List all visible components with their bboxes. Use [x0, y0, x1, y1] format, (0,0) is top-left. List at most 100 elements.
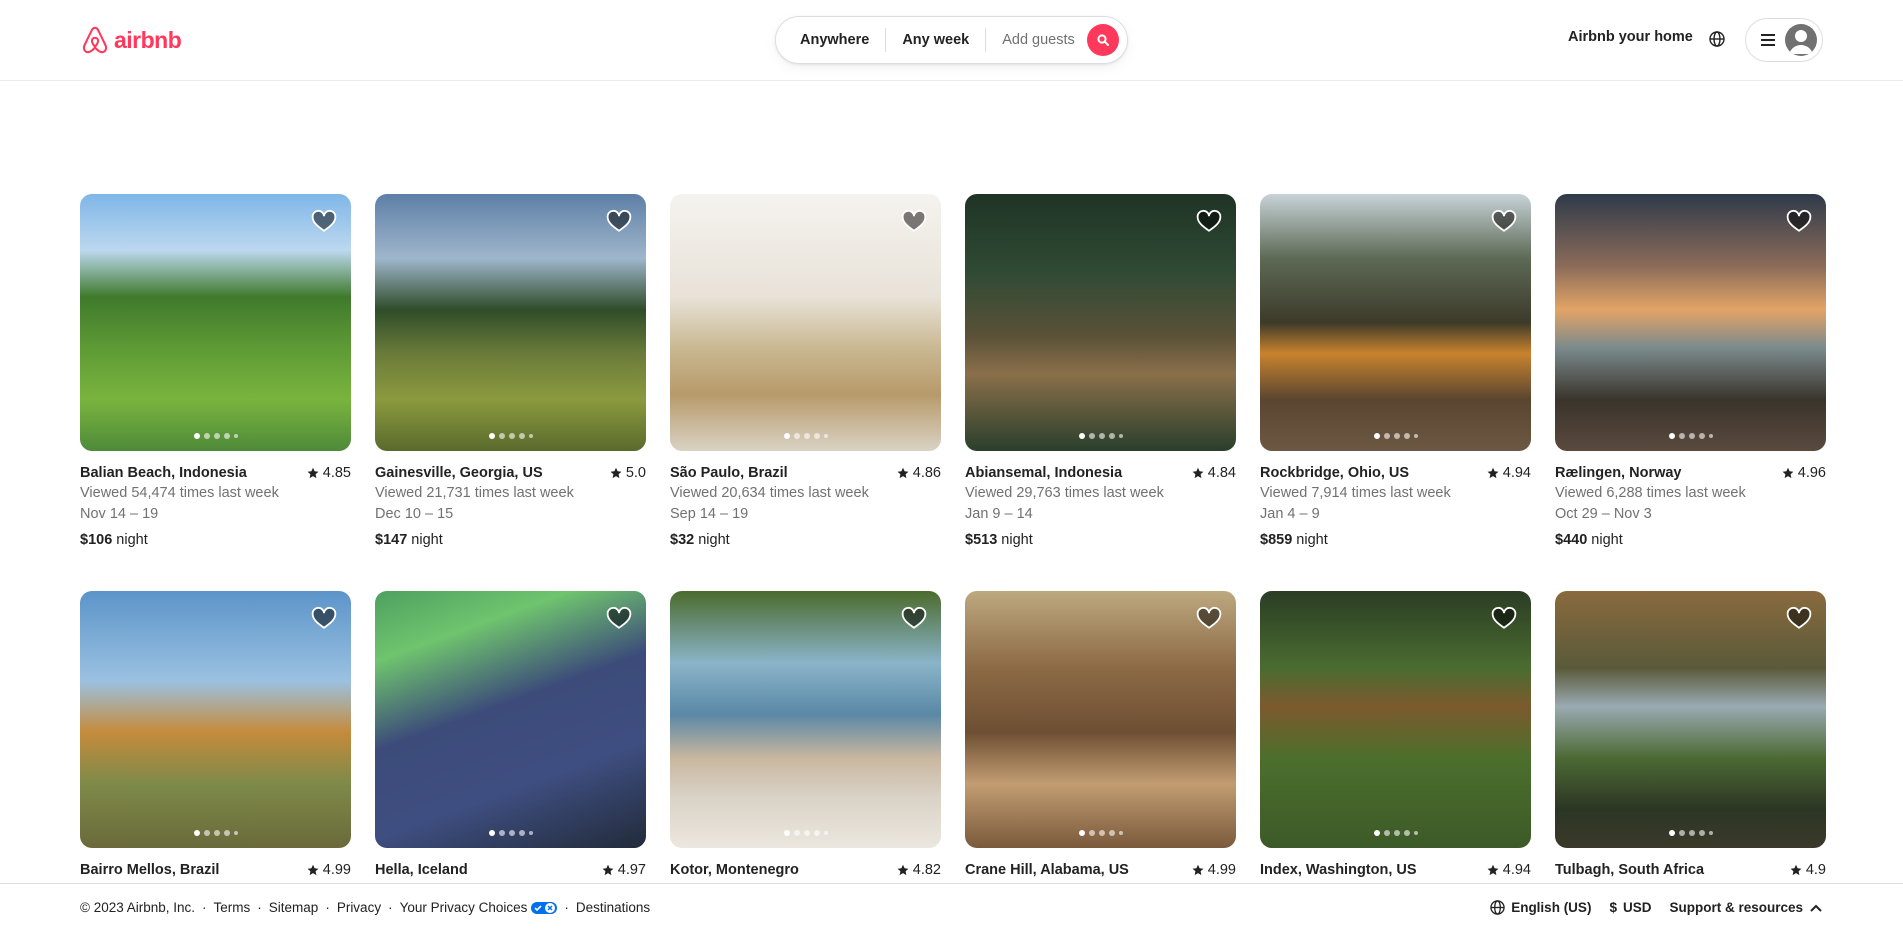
destinations-link[interactable]: Destinations: [576, 900, 650, 915]
heart-icon[interactable]: [1491, 605, 1517, 631]
listing-views: Viewed 7,914 times last week: [1260, 485, 1451, 501]
listing-dates: Oct 29 – Nov 3: [1555, 506, 1652, 522]
listing-location: Rockbridge, Ohio, US: [1260, 465, 1410, 481]
heart-icon[interactable]: [311, 208, 337, 234]
heart-icon[interactable]: [901, 605, 927, 631]
heart-icon[interactable]: [311, 605, 337, 631]
listing-card[interactable]: Kotor, Montenegro 4.82: [670, 591, 941, 880]
carousel-dot: [518, 830, 525, 836]
listing-photo[interactable]: [1260, 591, 1531, 848]
listing-location: São Paulo, Brazil: [670, 465, 788, 481]
carousel-dot: [1383, 830, 1390, 836]
rating-value: 4.99: [322, 862, 351, 878]
listing-rating: 4.82: [897, 860, 941, 880]
carousel-dot: [193, 433, 200, 439]
listing-photo[interactable]: [1555, 591, 1826, 848]
carousel-dot: [1373, 433, 1380, 439]
carousel-dot: [1678, 830, 1685, 836]
chevron-up-icon: [1810, 904, 1822, 912]
listing-dates: Dec 10 – 15: [375, 506, 454, 522]
carousel-dot: [508, 433, 515, 439]
sitemap-link[interactable]: Sitemap: [269, 900, 319, 915]
star-icon: [1487, 864, 1499, 876]
listing-photo[interactable]: [965, 194, 1236, 451]
terms-link[interactable]: Terms: [214, 900, 251, 915]
price-amount: $440: [1555, 532, 1588, 548]
listing-location: Tulbagh, South Africa: [1555, 862, 1705, 878]
listing-card[interactable]: Balian Beach, Indonesia 4.85 Viewed 54,4…: [80, 194, 351, 550]
carousel-dot: [1118, 434, 1123, 438]
airbnb-your-home-link[interactable]: Airbnb your home: [1568, 29, 1693, 45]
airbnb-logo[interactable]: airbnb: [80, 24, 182, 56]
listing-photo[interactable]: [80, 591, 351, 848]
carousel-dot: [528, 434, 533, 438]
listing-card[interactable]: Abiansemal, Indonesia 4.84 Viewed 29,763…: [965, 194, 1236, 550]
listing-card[interactable]: Index, Washington, US 4.94: [1260, 591, 1531, 880]
rating-value: 4.96: [1797, 465, 1826, 481]
airbnb-logo-icon: [82, 26, 108, 54]
listing-photo[interactable]: [375, 591, 646, 848]
add-guests-button[interactable]: Add guests: [986, 28, 1085, 52]
carousel-dots: [965, 830, 1236, 836]
carousel-dot: [203, 830, 210, 836]
listing-card[interactable]: Rælingen, Norway 4.96 Viewed 6,288 times…: [1555, 194, 1826, 550]
top-header: airbnb Anywhere Any week Add guests Airb…: [0, 0, 1903, 81]
listing-views: Viewed 54,474 times last week: [80, 485, 279, 501]
user-menu-button[interactable]: [1745, 18, 1823, 62]
heart-icon[interactable]: [1196, 208, 1222, 234]
star-icon: [897, 467, 909, 479]
listing-card[interactable]: Hella, Iceland 4.97: [375, 591, 646, 880]
price-amount: $106: [80, 532, 113, 548]
listing-card[interactable]: Rockbridge, Ohio, US 4.94 Viewed 7,914 t…: [1260, 194, 1531, 550]
heart-icon[interactable]: [1196, 605, 1222, 631]
footer-separator: ·: [257, 900, 262, 915]
listing-photo[interactable]: [80, 194, 351, 451]
globe-icon: [1490, 900, 1505, 915]
heart-icon[interactable]: [1786, 208, 1812, 234]
privacy-choices-link[interactable]: Your Privacy Choices: [400, 900, 558, 915]
listing-rating: 5.0: [610, 463, 646, 483]
listing-card[interactable]: Tulbagh, South Africa 4.9: [1555, 591, 1826, 880]
language-selector[interactable]: English (US): [1490, 900, 1591, 915]
star-icon: [1192, 467, 1204, 479]
listing-photo[interactable]: [375, 194, 646, 451]
carousel-dot: [793, 830, 800, 836]
anywhere-button[interactable]: Anywhere: [776, 28, 885, 52]
listing-card[interactable]: São Paulo, Brazil 4.86 Viewed 20,634 tim…: [670, 194, 941, 550]
listing-rating: 4.99: [307, 860, 351, 880]
carousel-dot: [1078, 433, 1085, 439]
carousel-dot: [1668, 830, 1675, 836]
listing-photo[interactable]: [965, 591, 1236, 848]
carousel-dots: [375, 830, 646, 836]
heart-icon[interactable]: [901, 208, 927, 234]
rating-value: 4.94: [1502, 465, 1531, 481]
footer-separator: ·: [388, 900, 393, 915]
globe-icon: [1709, 31, 1725, 47]
search-button[interactable]: [1086, 24, 1119, 56]
carousel-dot: [823, 434, 828, 438]
heart-icon[interactable]: [1491, 208, 1517, 234]
listing-card[interactable]: Gainesville, Georgia, US 5.0 Viewed 21,7…: [375, 194, 646, 550]
listing-price: $440 night: [1555, 530, 1826, 550]
any-week-button[interactable]: Any week: [886, 28, 985, 52]
listing-views: Viewed 29,763 times last week: [965, 485, 1164, 501]
currency-selector[interactable]: $ USD: [1609, 900, 1651, 915]
listing-photo[interactable]: [670, 591, 941, 848]
support-resources-button[interactable]: Support & resources: [1669, 900, 1823, 915]
carousel-dot: [1108, 433, 1115, 439]
heart-icon[interactable]: [606, 208, 632, 234]
carousel-dot: [1098, 830, 1105, 836]
listing-photo[interactable]: [670, 194, 941, 451]
listing-card[interactable]: Crane Hill, Alabama, US 4.99: [965, 591, 1236, 880]
rating-value: 4.94: [1502, 862, 1531, 878]
search-bar[interactable]: Anywhere Any week Add guests: [775, 16, 1128, 64]
heart-icon[interactable]: [1786, 605, 1812, 631]
privacy-link[interactable]: Privacy: [337, 900, 381, 915]
privacy-choices-icon: [531, 902, 558, 915]
star-icon: [602, 864, 614, 876]
language-button[interactable]: [1706, 28, 1728, 50]
listing-photo[interactable]: [1260, 194, 1531, 451]
heart-icon[interactable]: [606, 605, 632, 631]
listing-photo[interactable]: [1555, 194, 1826, 451]
listing-card[interactable]: Bairro Mellos, Brazil 4.99: [80, 591, 351, 880]
